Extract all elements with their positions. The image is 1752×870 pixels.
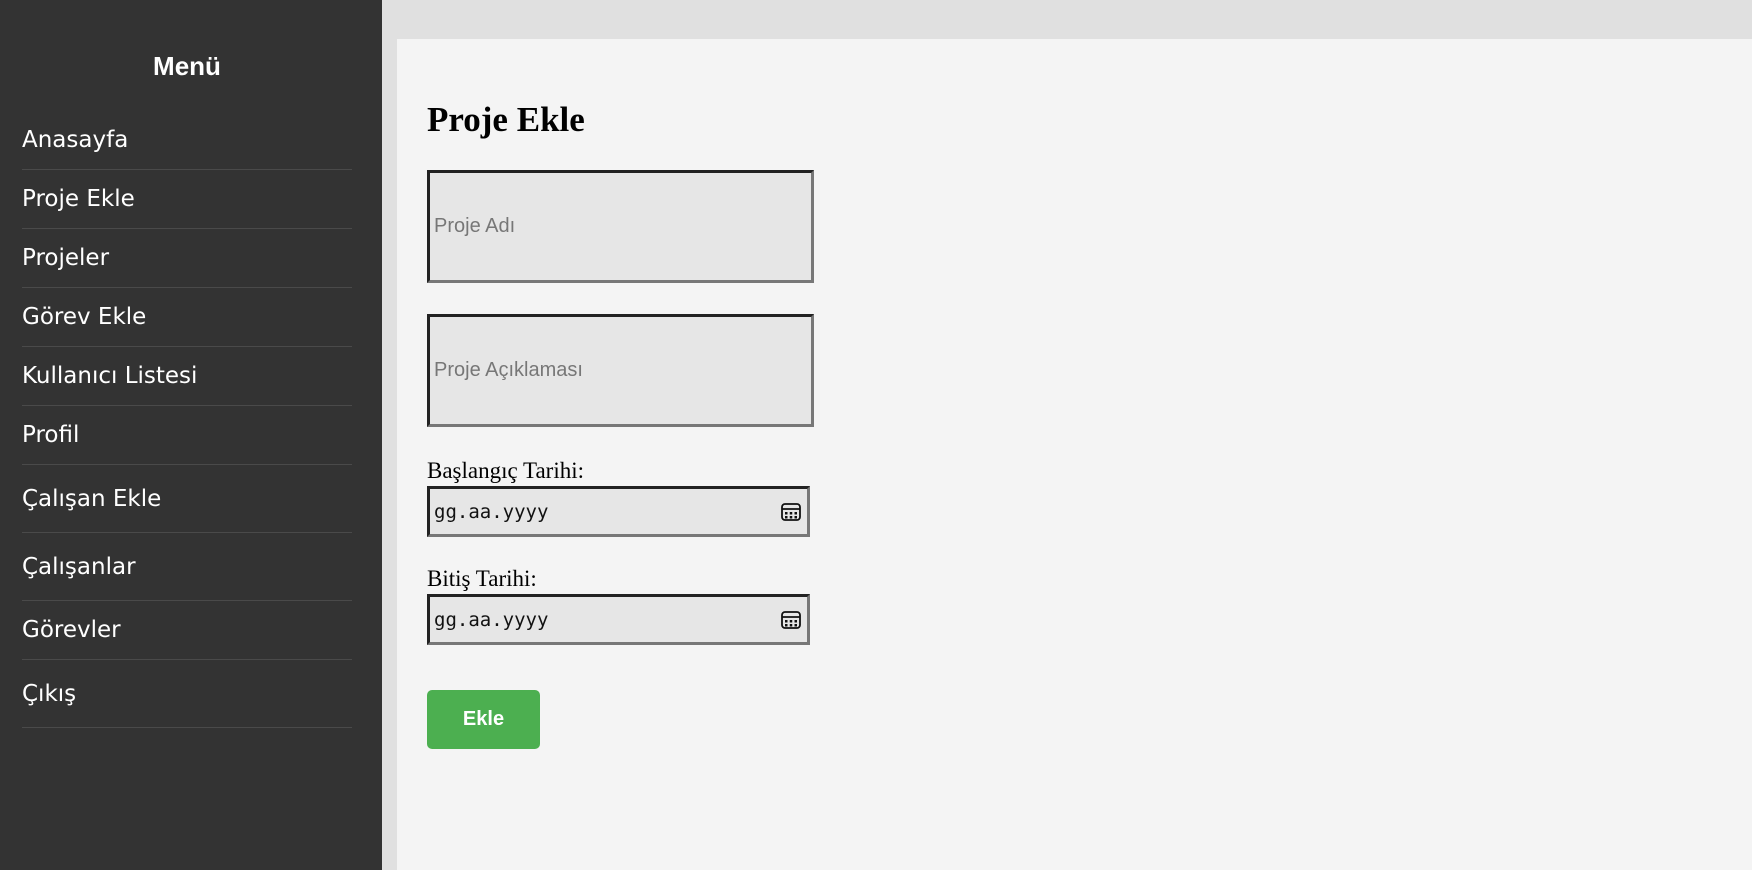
add-project-button[interactable]: Ekle	[427, 690, 540, 749]
sidebar-menu: Anasayfa Proje Ekle Projeler Görev Ekle …	[22, 111, 352, 728]
start-date-input[interactable]: gg.aa.yyyy	[427, 486, 810, 537]
end-date-value: gg.aa.yyyy	[434, 608, 549, 631]
sidebar-item-gorev-ekle[interactable]: Görev Ekle	[22, 288, 352, 347]
start-date-label: Başlangıç Tarihi:	[427, 458, 585, 483]
sidebar-item-kullanici-listesi[interactable]: Kullanıcı Listesi	[22, 347, 352, 406]
sidebar-item-calisan-ekle[interactable]: Çalışan Ekle	[22, 465, 352, 533]
sidebar-item-profil[interactable]: Profil	[22, 406, 352, 465]
project-name-input[interactable]	[427, 170, 814, 283]
sidebar-item-anasayfa[interactable]: Anasayfa	[22, 111, 352, 170]
page-title: Proje Ekle	[427, 100, 585, 139]
sidebar: Menü Anasayfa Proje Ekle Projeler Görev …	[0, 0, 382, 870]
start-date-value: gg.aa.yyyy	[434, 500, 549, 523]
sidebar-item-calisanlar[interactable]: Çalışanlar	[22, 533, 352, 601]
sidebar-item-proje-ekle[interactable]: Proje Ekle	[22, 170, 352, 229]
sidebar-item-cikis[interactable]: Çıkış	[22, 660, 352, 728]
sidebar-title: Menü	[153, 51, 221, 81]
sidebar-item-gorevler[interactable]: Görevler	[22, 601, 352, 660]
end-date-label: Bitiş Tarihi:	[427, 566, 537, 591]
calendar-icon[interactable]	[780, 609, 802, 631]
calendar-icon[interactable]	[780, 501, 802, 523]
main-content: Proje Ekle Başlangıç Tarihi: gg.aa.yyyy …	[397, 39, 1752, 870]
sidebar-item-projeler[interactable]: Projeler	[22, 229, 352, 288]
end-date-input[interactable]: gg.aa.yyyy	[427, 594, 810, 645]
project-description-input[interactable]	[427, 314, 814, 427]
